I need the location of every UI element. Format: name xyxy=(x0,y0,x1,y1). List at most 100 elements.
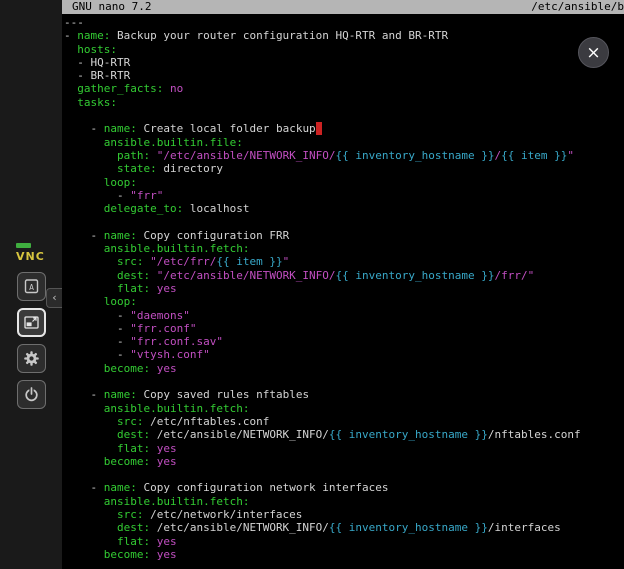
code-segment: {{ inventory_hostname }} xyxy=(336,149,495,162)
code-segment xyxy=(64,415,117,428)
code-segment: name: xyxy=(104,481,137,494)
code-line[interactable]: - name: Create local folder backup xyxy=(64,122,624,135)
code-segment xyxy=(64,442,117,455)
code-line[interactable]: ansible.builtin.fetch: xyxy=(64,402,624,415)
code-line[interactable]: - "frr" xyxy=(64,189,624,202)
code-segment: directory xyxy=(157,162,223,175)
code-line[interactable]: - name: Copy configuration FRR xyxy=(64,229,624,242)
app-title: GNU nano 7.2 xyxy=(72,0,151,14)
code-line[interactable] xyxy=(64,375,624,388)
code-line[interactable]: flat: yes xyxy=(64,442,624,455)
code-segment xyxy=(64,162,117,175)
code-line[interactable]: --- xyxy=(64,16,624,29)
clipboard-button[interactable]: A xyxy=(17,272,46,301)
code-segment: - xyxy=(64,481,104,494)
code-segment: dest: xyxy=(117,428,150,441)
power-button[interactable] xyxy=(17,380,46,409)
code-segment xyxy=(64,508,117,521)
code-segment: ansible.builtin.file: xyxy=(104,136,243,149)
code-line[interactable]: - name: Copy configuration network inter… xyxy=(64,481,624,494)
code-line[interactable]: - HQ-RTR xyxy=(64,56,624,69)
code-line[interactable]: - "vtysh.conf" xyxy=(64,348,624,361)
code-segment: - xyxy=(64,335,130,348)
code-segment: no xyxy=(163,82,183,95)
code-line[interactable]: loop: xyxy=(64,295,624,308)
code-line[interactable]: dest: /etc/ansible/NETWORK_INFO/{{ inven… xyxy=(64,428,624,441)
code-line[interactable] xyxy=(64,215,624,228)
code-line[interactable] xyxy=(64,468,624,481)
code-line[interactable]: flat: yes xyxy=(64,282,624,295)
code-line[interactable]: ansible.builtin.fetch: xyxy=(64,242,624,255)
code-segment: tasks: xyxy=(77,96,117,109)
code-segment xyxy=(150,149,157,162)
code-segment: localhost xyxy=(183,202,249,215)
nano-titlebar: GNU nano 7.2 /etc/ansible/b xyxy=(62,0,624,14)
code-segment xyxy=(64,176,104,189)
code-line[interactable]: gather_facts: no xyxy=(64,82,624,95)
code-segment: "frr.conf.sav" xyxy=(130,335,223,348)
text-cursor xyxy=(316,122,323,135)
code-segment: Copy configuration network interfaces xyxy=(137,481,389,494)
code-line[interactable]: src: /etc/network/interfaces xyxy=(64,508,624,521)
nano-editor[interactable]: ---- name: Backup your router configurat… xyxy=(62,14,624,569)
code-line[interactable]: - "daemons" xyxy=(64,309,624,322)
code-segment: flat: xyxy=(117,535,150,548)
code-line[interactable] xyxy=(64,109,624,122)
code-segment: - xyxy=(64,322,130,335)
code-segment: - xyxy=(64,348,130,361)
code-line[interactable]: src: /etc/nftables.conf xyxy=(64,415,624,428)
code-segment: /interfaces xyxy=(488,521,561,534)
fullscreen-button[interactable] xyxy=(17,308,46,337)
code-segment xyxy=(64,535,117,548)
code-segment: name: xyxy=(104,122,137,135)
code-line[interactable]: - "frr.conf" xyxy=(64,322,624,335)
code-line[interactable]: state: directory xyxy=(64,162,624,175)
code-segment: - xyxy=(64,29,77,42)
code-segment: name: xyxy=(104,229,137,242)
code-line[interactable]: - BR-RTR xyxy=(64,69,624,82)
code-line[interactable]: ansible.builtin.file: xyxy=(64,136,624,149)
code-line[interactable]: dest: /etc/ansible/NETWORK_INFO/{{ inven… xyxy=(64,521,624,534)
screen: VNC A xyxy=(0,0,624,569)
code-segment: {{ inventory_hostname }} xyxy=(329,521,488,534)
code-segment: state: xyxy=(117,162,157,175)
settings-button[interactable] xyxy=(17,344,46,373)
code-segment: - xyxy=(64,122,104,135)
code-segment: become: xyxy=(104,362,150,375)
code-line[interactable]: dest: "/etc/ansible/NETWORK_INFO/{{ inve… xyxy=(64,269,624,282)
code-line[interactable]: path: "/etc/ansible/NETWORK_INFO/{{ inve… xyxy=(64,149,624,162)
code-line[interactable]: - name: Copy saved rules nftables xyxy=(64,388,624,401)
code-segment xyxy=(64,362,104,375)
code-line[interactable]: - "frr.conf.sav" xyxy=(64,335,624,348)
code-line[interactable]: tasks: xyxy=(64,96,624,109)
code-segment: " xyxy=(567,149,574,162)
code-line[interactable]: become: yes xyxy=(64,548,624,561)
code-line[interactable]: ansible.builtin.fetch: xyxy=(64,495,624,508)
code-segment xyxy=(64,455,104,468)
code-line[interactable]: - name: Backup your router configuration… xyxy=(64,29,624,42)
code-segment: Create local folder backup xyxy=(137,122,316,135)
code-segment xyxy=(64,43,77,56)
code-segment xyxy=(64,269,117,282)
code-segment: yes xyxy=(150,455,177,468)
code-line[interactable]: loop: xyxy=(64,176,624,189)
code-line[interactable]: flat: yes xyxy=(64,535,624,548)
code-line[interactable]: become: yes xyxy=(64,362,624,375)
clipboard-icon: A xyxy=(23,278,40,295)
control-bar-handle[interactable]: ‹ xyxy=(46,288,62,308)
fullscreen-icon xyxy=(23,314,40,331)
code-segment: /etc/ansible/NETWORK_INFO/ xyxy=(150,428,329,441)
code-line[interactable]: become: yes xyxy=(64,455,624,468)
code-line[interactable]: delegate_to: localhost xyxy=(64,202,624,215)
code-segment xyxy=(150,269,157,282)
code-segment: - xyxy=(64,189,130,202)
novnc-logo: VNC xyxy=(16,243,46,263)
code-segment: gather_facts: xyxy=(77,82,163,95)
close-button[interactable]: × xyxy=(578,37,609,68)
code-segment: name: xyxy=(104,388,137,401)
svg-text:A: A xyxy=(29,283,34,292)
code-line[interactable]: hosts: xyxy=(64,43,624,56)
code-segment: "/etc/ansible/NETWORK_INFO/ xyxy=(157,149,336,162)
code-segment: src: xyxy=(117,415,144,428)
code-line[interactable]: src: "/etc/frr/{{ item }}" xyxy=(64,255,624,268)
